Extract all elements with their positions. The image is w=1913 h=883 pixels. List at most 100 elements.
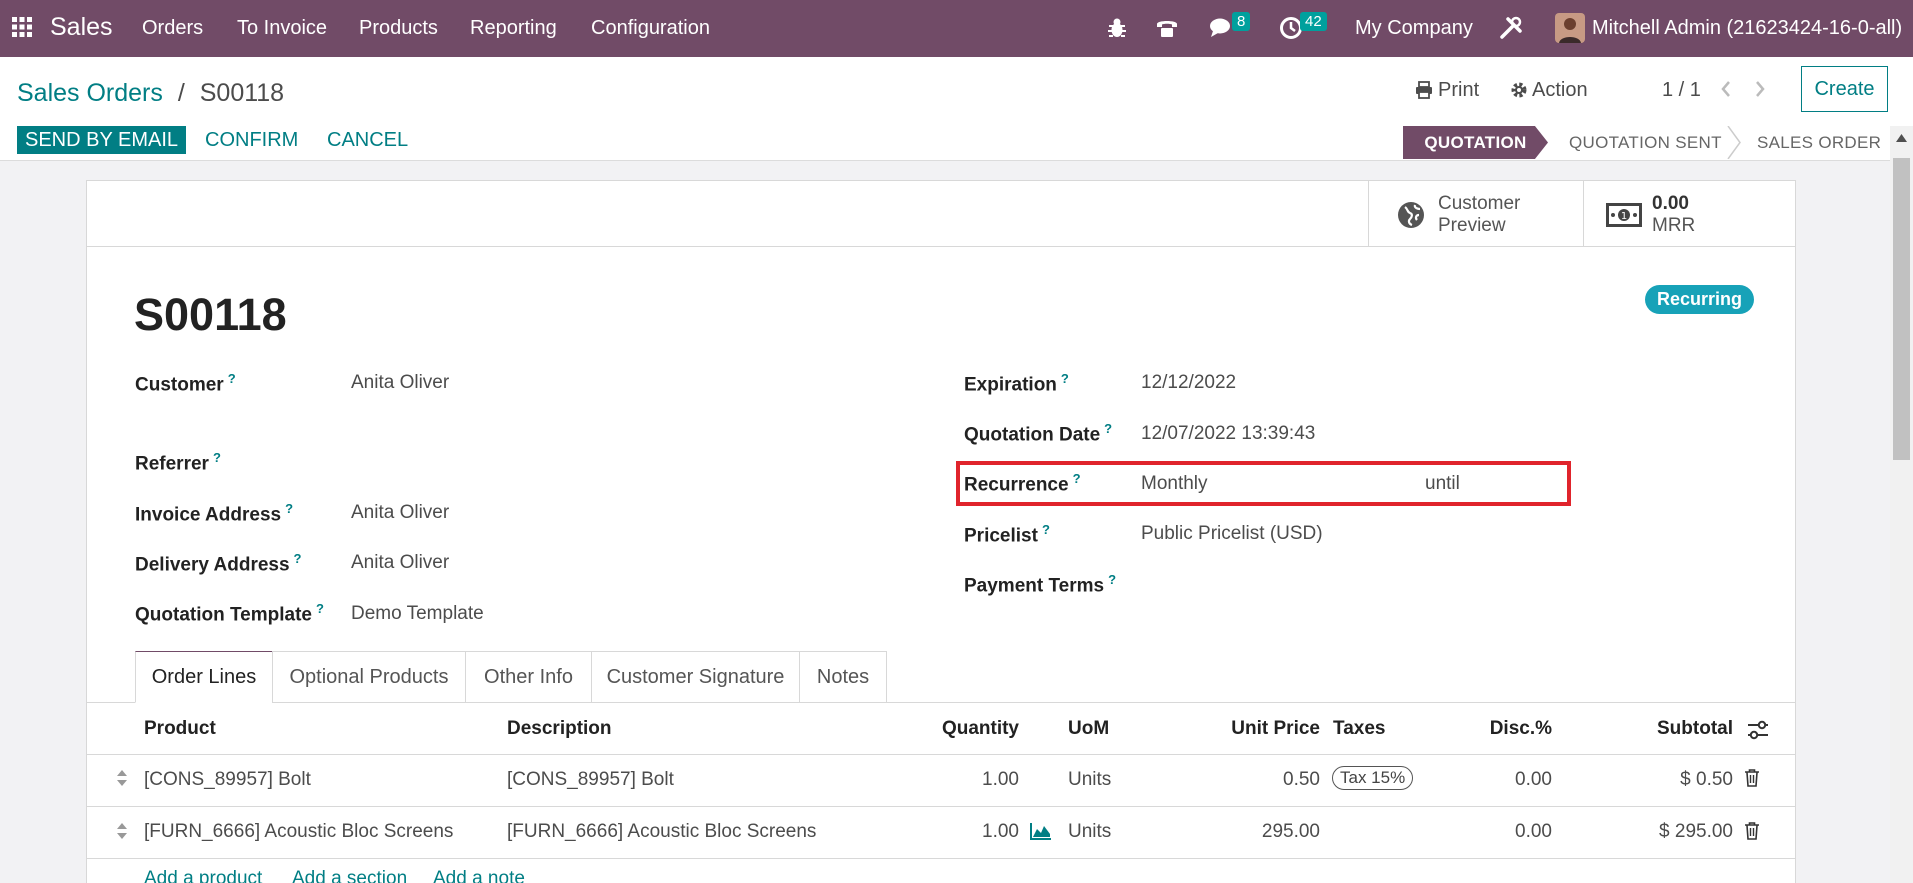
activities-count-badge: 42 [1300, 12, 1327, 31]
column-taxes[interactable]: Taxes [1333, 718, 1385, 740]
line-quantity[interactable]: 1.00 [900, 769, 1019, 791]
row-divider [87, 806, 1795, 807]
quotation-template-field[interactable]: Demo Template [351, 603, 484, 625]
help-marker: ? [285, 501, 294, 516]
print-button[interactable]: Print [1438, 79, 1479, 102]
pager-value[interactable]: 1 / 1 [1662, 79, 1701, 102]
smart-button-box: Customer Preview 1 0.00 MRR [87, 181, 1795, 247]
menu-configuration[interactable]: Configuration [591, 17, 710, 40]
action-button[interactable]: Action [1532, 79, 1588, 102]
help-marker: ? [1108, 572, 1117, 587]
menu-reporting[interactable]: Reporting [470, 17, 557, 40]
line-discount[interactable]: 0.00 [1440, 769, 1552, 791]
customer-preview-button[interactable]: Customer Preview [1368, 181, 1583, 246]
line-unit-price[interactable]: 0.50 [1180, 769, 1320, 791]
tax-tag[interactable]: Tax 15% [1332, 766, 1414, 790]
confirm-button[interactable]: CONFIRM [205, 126, 298, 154]
line-uom[interactable]: Units [1068, 821, 1111, 843]
tab-other-info[interactable]: Other Info [465, 651, 592, 703]
user-menu[interactable]: Mitchell Admin (21623424-16-0-all) [1592, 17, 1902, 40]
line-product[interactable]: [CONS_89957] Bolt [144, 769, 311, 791]
help-marker: ? [227, 371, 236, 386]
company-switcher[interactable]: My Company [1355, 17, 1473, 40]
stage-sales-order[interactable]: SALES ORDER [1757, 126, 1881, 159]
breadcrumb-parent[interactable]: Sales Orders [17, 79, 163, 107]
app-name[interactable]: Sales [50, 13, 113, 42]
customer-preview-line2: Preview [1438, 215, 1506, 236]
referrer-label: Referrer? [135, 450, 221, 475]
svg-text:1: 1 [1621, 211, 1627, 222]
drag-handle-icon[interactable] [116, 822, 128, 840]
send-by-email-button[interactable]: SEND BY EMAIL [17, 126, 186, 154]
column-unit-price[interactable]: Unit Price [1180, 718, 1320, 740]
customer-field[interactable]: Anita Oliver [351, 372, 449, 394]
tab-order-lines[interactable]: Order Lines [135, 651, 273, 703]
delivery-address-field[interactable]: Anita Oliver [351, 552, 449, 574]
breadcrumb-separator: / [177, 79, 185, 107]
line-discount[interactable]: 0.00 [1440, 821, 1552, 843]
stage-separator-icon [1727, 126, 1741, 159]
mrr-button[interactable]: 1 0.00 MRR [1583, 181, 1795, 246]
scrollbar-thumb[interactable] [1893, 158, 1910, 460]
stage-quotation-sent[interactable]: QUOTATION SENT [1569, 126, 1722, 159]
menu-orders[interactable]: Orders [142, 17, 203, 40]
tab-notes[interactable]: Notes [799, 651, 887, 703]
optional-columns-icon[interactable] [1747, 720, 1769, 740]
line-product[interactable]: [FURN_6666] Acoustic Bloc Screens [144, 821, 453, 843]
expiration-field[interactable]: 12/12/2022 [1141, 372, 1236, 394]
mrr-label: MRR [1652, 215, 1696, 236]
invoice-address-label: Invoice Address? [135, 501, 294, 526]
status-bar: SEND BY EMAIL CONFIRM CANCEL QUOTATION Q… [0, 126, 1890, 161]
column-subtotal[interactable]: Subtotal [1560, 718, 1733, 740]
messages-count-badge: 8 [1232, 12, 1251, 31]
column-uom[interactable]: UoM [1068, 718, 1109, 740]
chevron-left-icon[interactable] [1719, 79, 1733, 99]
add-product-link[interactable]: Add a product [144, 868, 262, 883]
menu-products[interactable]: Products [359, 17, 438, 40]
tab-customer-signature[interactable]: Customer Signature [591, 651, 800, 703]
delivery-address-label: Delivery Address? [135, 551, 302, 576]
line-unit-price[interactable]: 295.00 [1180, 821, 1320, 843]
column-quantity[interactable]: Quantity [900, 718, 1019, 740]
add-note-link[interactable]: Add a note [433, 868, 525, 883]
row-divider [87, 754, 1795, 755]
user-avatar[interactable] [1555, 13, 1585, 43]
trash-icon[interactable] [1744, 769, 1760, 787]
scroll-up-arrow-icon[interactable] [1896, 134, 1907, 142]
customer-preview-line1: Customer [1438, 193, 1521, 214]
add-section-link[interactable]: Add a section [292, 868, 407, 883]
chevron-right-icon[interactable] [1753, 79, 1767, 99]
top-navbar: Sales Orders To Invoice Products Reporti… [0, 0, 1913, 57]
column-discount[interactable]: Disc.% [1440, 718, 1552, 740]
apps-grid-icon[interactable] [12, 17, 32, 37]
trash-icon[interactable] [1744, 822, 1760, 840]
bug-icon[interactable] [1107, 17, 1127, 39]
pricelist-field[interactable]: Public Pricelist (USD) [1141, 523, 1323, 545]
line-description[interactable]: [FURN_6666] Acoustic Bloc Screens [507, 821, 816, 843]
invoice-address-field[interactable]: Anita Oliver [351, 502, 449, 524]
tools-icon[interactable] [1499, 16, 1523, 40]
phone-icon[interactable] [1155, 16, 1179, 40]
print-icon[interactable] [1415, 81, 1433, 99]
column-product[interactable]: Product [144, 718, 216, 740]
line-description[interactable]: [CONS_89957] Bolt [507, 769, 674, 791]
column-description[interactable]: Description [507, 718, 612, 740]
line-uom[interactable]: Units [1068, 769, 1111, 791]
line-quantity[interactable]: 1.00 [900, 821, 1019, 843]
drag-handle-icon[interactable] [116, 769, 128, 787]
create-button[interactable]: Create [1801, 66, 1888, 112]
tab-optional-products[interactable]: Optional Products [272, 651, 466, 703]
menu-to-invoice[interactable]: To Invoice [237, 17, 327, 40]
expiration-label: Expiration? [964, 371, 1069, 396]
help-marker: ? [293, 551, 302, 566]
gear-icon[interactable] [1510, 81, 1528, 99]
help-marker: ? [1041, 522, 1050, 537]
stage-quotation[interactable]: QUOTATION [1403, 126, 1548, 159]
payment-terms-label: Payment Terms? [964, 572, 1117, 597]
forecast-chart-icon[interactable] [1030, 822, 1052, 840]
money-icon: 1 [1606, 203, 1642, 227]
quotation-date-field[interactable]: 12/07/2022 13:39:43 [1141, 423, 1315, 445]
line-subtotal: $ 295.00 [1659, 821, 1733, 842]
row-divider [87, 858, 1795, 859]
cancel-button[interactable]: CANCEL [327, 126, 408, 154]
